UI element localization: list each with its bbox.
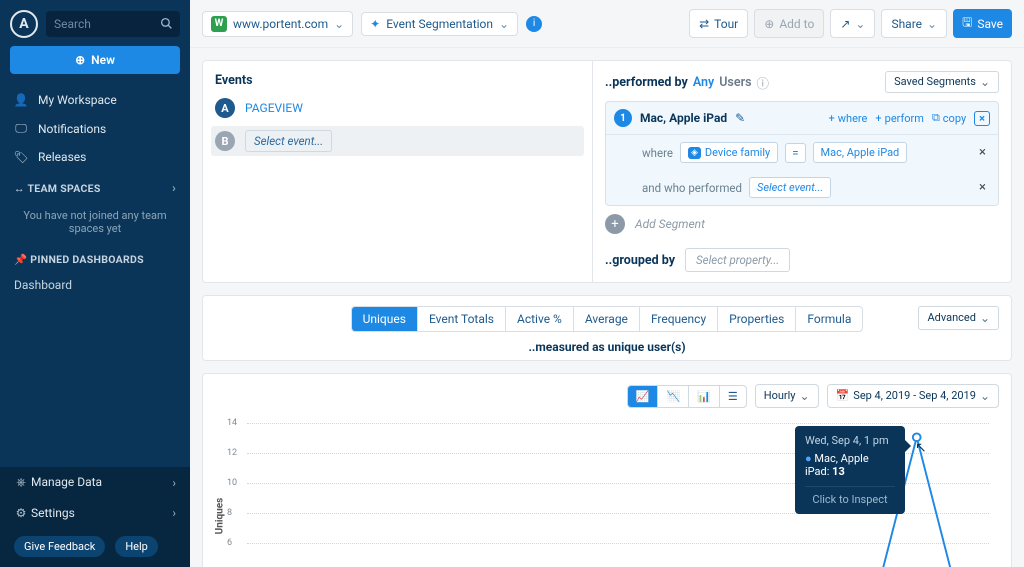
interval-dropdown[interactable]: Hourly⌄ (755, 384, 819, 408)
monitor-icon: 🖵 (14, 121, 28, 136)
tab-average[interactable]: Average (574, 307, 640, 331)
where-field-chip[interactable]: ◈Device family (680, 142, 778, 163)
date-range-dropdown[interactable]: 📅 Sep 4, 2019 - Sep 4, 2019⌄ (827, 384, 999, 408)
area-chart-icon[interactable]: 📉 (658, 386, 689, 407)
event-b-badge: B (215, 131, 235, 151)
info-icon[interactable]: ⓘ (757, 73, 770, 92)
tab-active-pct[interactable]: Active % (506, 307, 574, 331)
device-icon: ◈ (688, 147, 701, 159)
site-badge-icon: W (211, 16, 227, 32)
app-logo[interactable]: A (10, 10, 38, 38)
tab-formula[interactable]: Formula (796, 307, 862, 331)
operator-chip[interactable]: = (785, 143, 805, 163)
pinned-dashboard-link[interactable]: Dashboard (0, 272, 190, 298)
measured-as-text: ..measured as unique user(s) (215, 340, 999, 354)
info-icon[interactable]: i (526, 16, 542, 32)
pinned-dashboards-header: 📌 PINNED DASHBOARDS (0, 243, 190, 272)
give-feedback-button[interactable]: Give Feedback (14, 536, 105, 557)
tooltip-value: Mac, Apple iPad: 13 (805, 452, 895, 478)
gear-icon: ⚙ (14, 506, 28, 520)
bar-chart-icon[interactable]: 📊 (689, 386, 720, 407)
chevron-right-icon: › (172, 506, 176, 520)
tab-properties[interactable]: Properties (718, 307, 796, 331)
event-a-label[interactable]: PAGEVIEW (245, 101, 303, 115)
tooltip-inspect[interactable]: Click to Inspect (805, 486, 895, 506)
tool-selector[interactable]: ✦ Event Segmentation ⌄ (361, 12, 518, 36)
performed-by-label: ..performed by (605, 75, 688, 90)
where-label: where (642, 146, 673, 160)
chevron-right-icon: › (172, 181, 176, 195)
new-button[interactable]: ⊕ New (10, 46, 180, 74)
stacked-bar-icon[interactable]: ☰ (720, 386, 746, 407)
team-spaces-empty: You have not joined any team spaces yet (0, 201, 190, 243)
tag-icon: 🏷 (14, 150, 28, 164)
any-toggle[interactable]: Any (693, 75, 714, 90)
remove-where-icon[interactable]: × (979, 145, 986, 160)
help-button[interactable]: Help (115, 536, 158, 557)
segmentation-icon: ✦ (370, 17, 380, 31)
users-label[interactable]: Users (719, 75, 751, 90)
cursor-icon: ↖ (915, 440, 927, 456)
chevron-right-icon: › (172, 476, 176, 490)
remove-performed-icon[interactable]: × (979, 180, 986, 195)
add-perform-button[interactable]: + perform (875, 112, 924, 125)
saved-segments-button[interactable]: Saved Segments⌄ (885, 71, 999, 93)
save-button[interactable]: 🖫 Save (953, 9, 1012, 38)
edit-icon[interactable]: ✎ (735, 111, 745, 125)
plus-icon: ⊕ (75, 53, 85, 67)
user-icon: 👤 (14, 93, 28, 107)
export-button[interactable]: ↗ ⌄ (830, 9, 875, 38)
segment-1-title: Mac, Apple iPad (640, 111, 727, 125)
advanced-button[interactable]: Advanced⌄ (918, 306, 999, 330)
tab-event-totals[interactable]: Event Totals (418, 307, 506, 331)
select-property[interactable]: Select property... (685, 248, 790, 272)
nav-manage-data[interactable]: ⎈ Manage Data › (0, 467, 190, 498)
chevron-down-icon: ⌄ (499, 17, 509, 31)
nav-settings[interactable]: ⚙ Settings › (0, 498, 190, 528)
search-icon (160, 17, 173, 33)
manage-icon: ⎈ (14, 475, 28, 490)
tour-button[interactable]: ⇄ Tour (689, 9, 748, 38)
chart-type-group: 📈 📉 📊 ☰ (627, 385, 747, 408)
add-segment-button[interactable]: + (605, 214, 625, 234)
chart-ylabel: Uniques (215, 497, 226, 534)
nav-notifications[interactable]: 🖵 Notifications (0, 114, 190, 143)
segment-1-badge: 1 (614, 109, 632, 127)
where-value-chip[interactable]: Mac, Apple iPad (813, 142, 908, 163)
copy-button[interactable]: ⧉ copy (932, 111, 966, 125)
add-segment-label: Add Segment (635, 217, 705, 231)
site-selector[interactable]: W www.portent.com ⌄ (202, 11, 353, 37)
chevron-down-icon: ⌄ (334, 17, 344, 31)
events-title: Events (215, 73, 580, 88)
tab-uniques[interactable]: Uniques (352, 307, 418, 331)
chart-tooltip[interactable]: Wed, Sep 4, 1 pm Mac, Apple iPad: 13 Cli… (795, 426, 905, 514)
metric-tabs: Uniques Event Totals Active % Average Fr… (351, 306, 864, 332)
line-chart-icon[interactable]: 📈 (628, 386, 659, 407)
team-spaces-header[interactable]: ↔ TEAM SPACES › (0, 171, 190, 201)
performed-select-event[interactable]: Select event... (749, 177, 831, 198)
add-to-button: ⊕ Add to (754, 9, 824, 38)
event-a-badge: A (215, 98, 235, 118)
nav-releases[interactable]: 🏷 Releases (0, 143, 190, 171)
performed-label: and who performed (642, 181, 742, 195)
event-b-select[interactable]: Select event... (245, 130, 332, 152)
nav-my-workspace[interactable]: 👤 My Workspace (0, 86, 190, 114)
add-where-button[interactable]: + where (829, 112, 868, 125)
delete-segment-button[interactable]: × (974, 111, 990, 126)
tab-frequency[interactable]: Frequency (640, 307, 718, 331)
share-button[interactable]: Share ⌄ (881, 9, 947, 38)
grouped-by-label: ..grouped by (605, 253, 675, 268)
tooltip-time: Wed, Sep 4, 1 pm (805, 434, 895, 447)
